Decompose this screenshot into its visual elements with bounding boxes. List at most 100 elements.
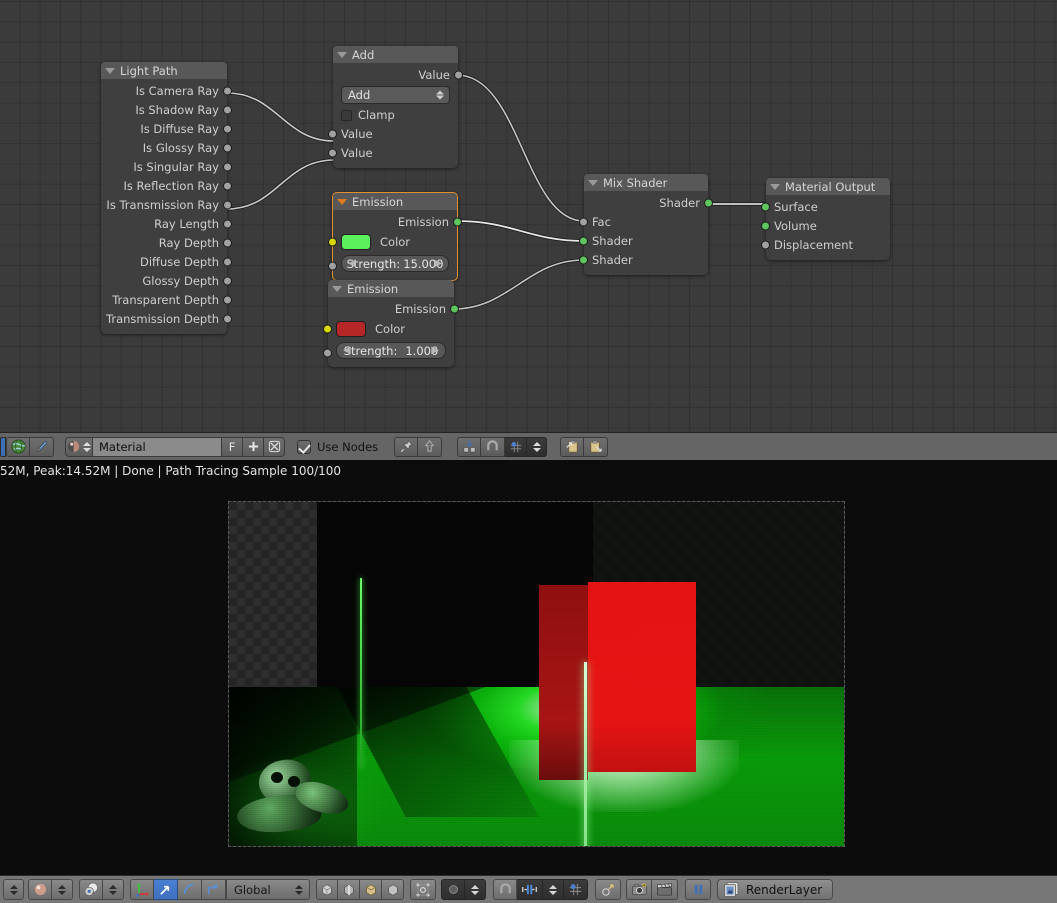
node-output-row[interactable]: Emission [328, 299, 459, 318]
chevron-updown-icon[interactable] [471, 884, 479, 895]
shading-chevron[interactable] [103, 879, 124, 900]
shader-type-group[interactable] [6, 436, 54, 457]
increment-arrow-icon[interactable]: ▶ [431, 345, 439, 356]
input-socket-shader-2[interactable] [579, 255, 588, 264]
input-socket-strength[interactable] [328, 261, 337, 271]
node-header-material-output[interactable]: Material Output [766, 178, 890, 195]
node-output-row[interactable]: Is Singular Ray [101, 157, 232, 176]
rotate-manipulator-icon[interactable] [178, 879, 202, 900]
snap-target-icon[interactable] [517, 879, 543, 900]
node-editor-canvas[interactable]: Light Path Is Camera Ray Is Shadow Ray I… [0, 0, 1057, 432]
scale-manipulator-icon[interactable] [202, 879, 226, 900]
material-id-block[interactable]: Material F [65, 436, 285, 457]
output-socket[interactable] [223, 276, 232, 285]
node-mix-shader[interactable]: Mix Shader Shader Fac Shader Shader [579, 174, 713, 275]
material-name-field[interactable]: Material [92, 437, 222, 456]
chevron-updown-icon[interactable] [9, 884, 18, 895]
use-nodes-toggle[interactable]: Use Nodes [297, 439, 378, 454]
math-operation-dropdown[interactable]: Add [341, 86, 450, 104]
input-socket-volume[interactable] [761, 221, 770, 230]
clapperboard-icon[interactable] [652, 879, 678, 900]
strength-slider-green[interactable]: ◀ Strength: 15.000 ▶ [341, 255, 449, 272]
chevron-updown-icon[interactable] [295, 884, 303, 895]
fake-user-button[interactable]: F [222, 440, 242, 454]
output-socket[interactable] [223, 314, 232, 323]
snap-grid-icon[interactable] [505, 436, 528, 457]
node-header-add[interactable]: Add [333, 46, 458, 63]
input-socket-shader-1[interactable] [579, 236, 588, 245]
proportional-edit-icon[interactable] [595, 879, 621, 900]
output-socket[interactable] [223, 257, 232, 266]
node-input-row[interactable]: Volume [761, 216, 890, 235]
3d-view-icon[interactable] [3, 879, 24, 900]
output-socket-value[interactable] [454, 70, 463, 79]
node-output-row[interactable]: Is Glossy Ray [101, 138, 232, 157]
output-socket[interactable] [223, 200, 232, 209]
node-light-path[interactable]: Light Path Is Camera Ray Is Shadow Ray I… [101, 62, 232, 334]
node-output-row[interactable]: Glossy Depth [101, 271, 232, 290]
pin-parent-group[interactable] [394, 436, 443, 457]
node-output-row[interactable]: Ray Length [101, 214, 232, 233]
translate-manipulator-icon[interactable] [154, 879, 178, 900]
use-nodes-checkbox[interactable] [297, 439, 311, 454]
node-header-emission-green[interactable]: Emission [333, 193, 457, 210]
local-view-icon[interactable] [316, 879, 338, 900]
input-socket-value-2[interactable] [328, 148, 337, 157]
node-header-light-path[interactable]: Light Path [101, 62, 227, 79]
render-group[interactable] [626, 879, 678, 900]
output-socket[interactable] [223, 105, 232, 114]
output-socket[interactable] [223, 86, 232, 95]
output-socket-emission[interactable] [450, 304, 459, 313]
viewport-header[interactable]: Global RenderLayer [0, 875, 1057, 903]
color-row[interactable]: Color [328, 231, 457, 253]
input-socket-value-1[interactable] [328, 129, 337, 138]
manipulator-axis-icon[interactable] [130, 879, 154, 900]
node-output-row[interactable]: Transmission Depth [101, 309, 232, 328]
output-socket[interactable] [223, 181, 232, 190]
node-input-row[interactable]: Displacement [761, 235, 890, 254]
camera-render-icon[interactable] [626, 879, 652, 900]
node-input-row[interactable]: Shader [579, 250, 708, 269]
pivot-chevron[interactable] [465, 879, 486, 900]
clamp-checkbox-row[interactable]: Clamp [333, 106, 458, 124]
output-socket[interactable] [223, 219, 232, 228]
pause-icon[interactable] [685, 879, 711, 900]
node-input-row[interactable]: Fac [579, 212, 708, 231]
input-socket-fac[interactable] [579, 217, 588, 226]
node-material-output[interactable]: Material Output Surface Volume Displacem… [761, 178, 890, 260]
layer-group[interactable] [316, 879, 404, 900]
snap-toggle-group[interactable] [493, 879, 588, 900]
unlink-material-button[interactable] [263, 437, 284, 456]
snap-grid-icon[interactable] [564, 879, 588, 900]
snap-node-icon[interactable] [457, 436, 482, 457]
magnet-icon[interactable] [481, 436, 506, 457]
collapse-triangle-icon[interactable] [588, 179, 598, 186]
increment-arrow-icon[interactable]: ▶ [434, 258, 442, 269]
viewport-shading-group[interactable] [79, 879, 124, 900]
node-math-add[interactable]: Add Value Add Clamp Value Value [328, 46, 463, 168]
manipulator-group[interactable]: Global [130, 879, 310, 900]
magnet-icon[interactable] [493, 879, 517, 900]
node-input-row[interactable]: Surface [761, 197, 890, 216]
material-sphere-icon[interactable] [66, 439, 92, 454]
collapse-triangle-icon[interactable] [337, 51, 347, 58]
chevron-updown-icon[interactable] [83, 441, 91, 452]
node-emission-red[interactable]: Emission Emission Color ◀ Strength: 1.00… [323, 280, 459, 367]
snap-group[interactable] [457, 436, 548, 457]
collapse-triangle-icon[interactable] [105, 67, 115, 74]
box-icon[interactable] [360, 879, 382, 900]
snap-chevron[interactable] [543, 879, 564, 900]
pivot-center-icon[interactable] [410, 879, 436, 900]
node-header-emission-red[interactable]: Emission [328, 280, 454, 297]
node-output-row[interactable]: Is Diffuse Ray [101, 119, 232, 138]
node-editor-header[interactable]: Material F Use Nodes [0, 432, 1057, 460]
node-output-row[interactable]: Is Shadow Ray [101, 100, 232, 119]
transform-orientation-select[interactable]: Global [226, 879, 310, 900]
chevron-updown-icon[interactable] [436, 90, 444, 100]
decrement-arrow-icon[interactable]: ◀ [348, 258, 356, 269]
node-emission-green[interactable]: Emission Emission Color ◀ Strength: 15.0… [328, 192, 462, 281]
pivot-point-icon[interactable] [441, 879, 465, 900]
input-socket-displacement[interactable] [761, 240, 770, 249]
input-socket-color[interactable] [323, 324, 332, 334]
render-layer-selector[interactable]: RenderLayer [717, 879, 834, 900]
